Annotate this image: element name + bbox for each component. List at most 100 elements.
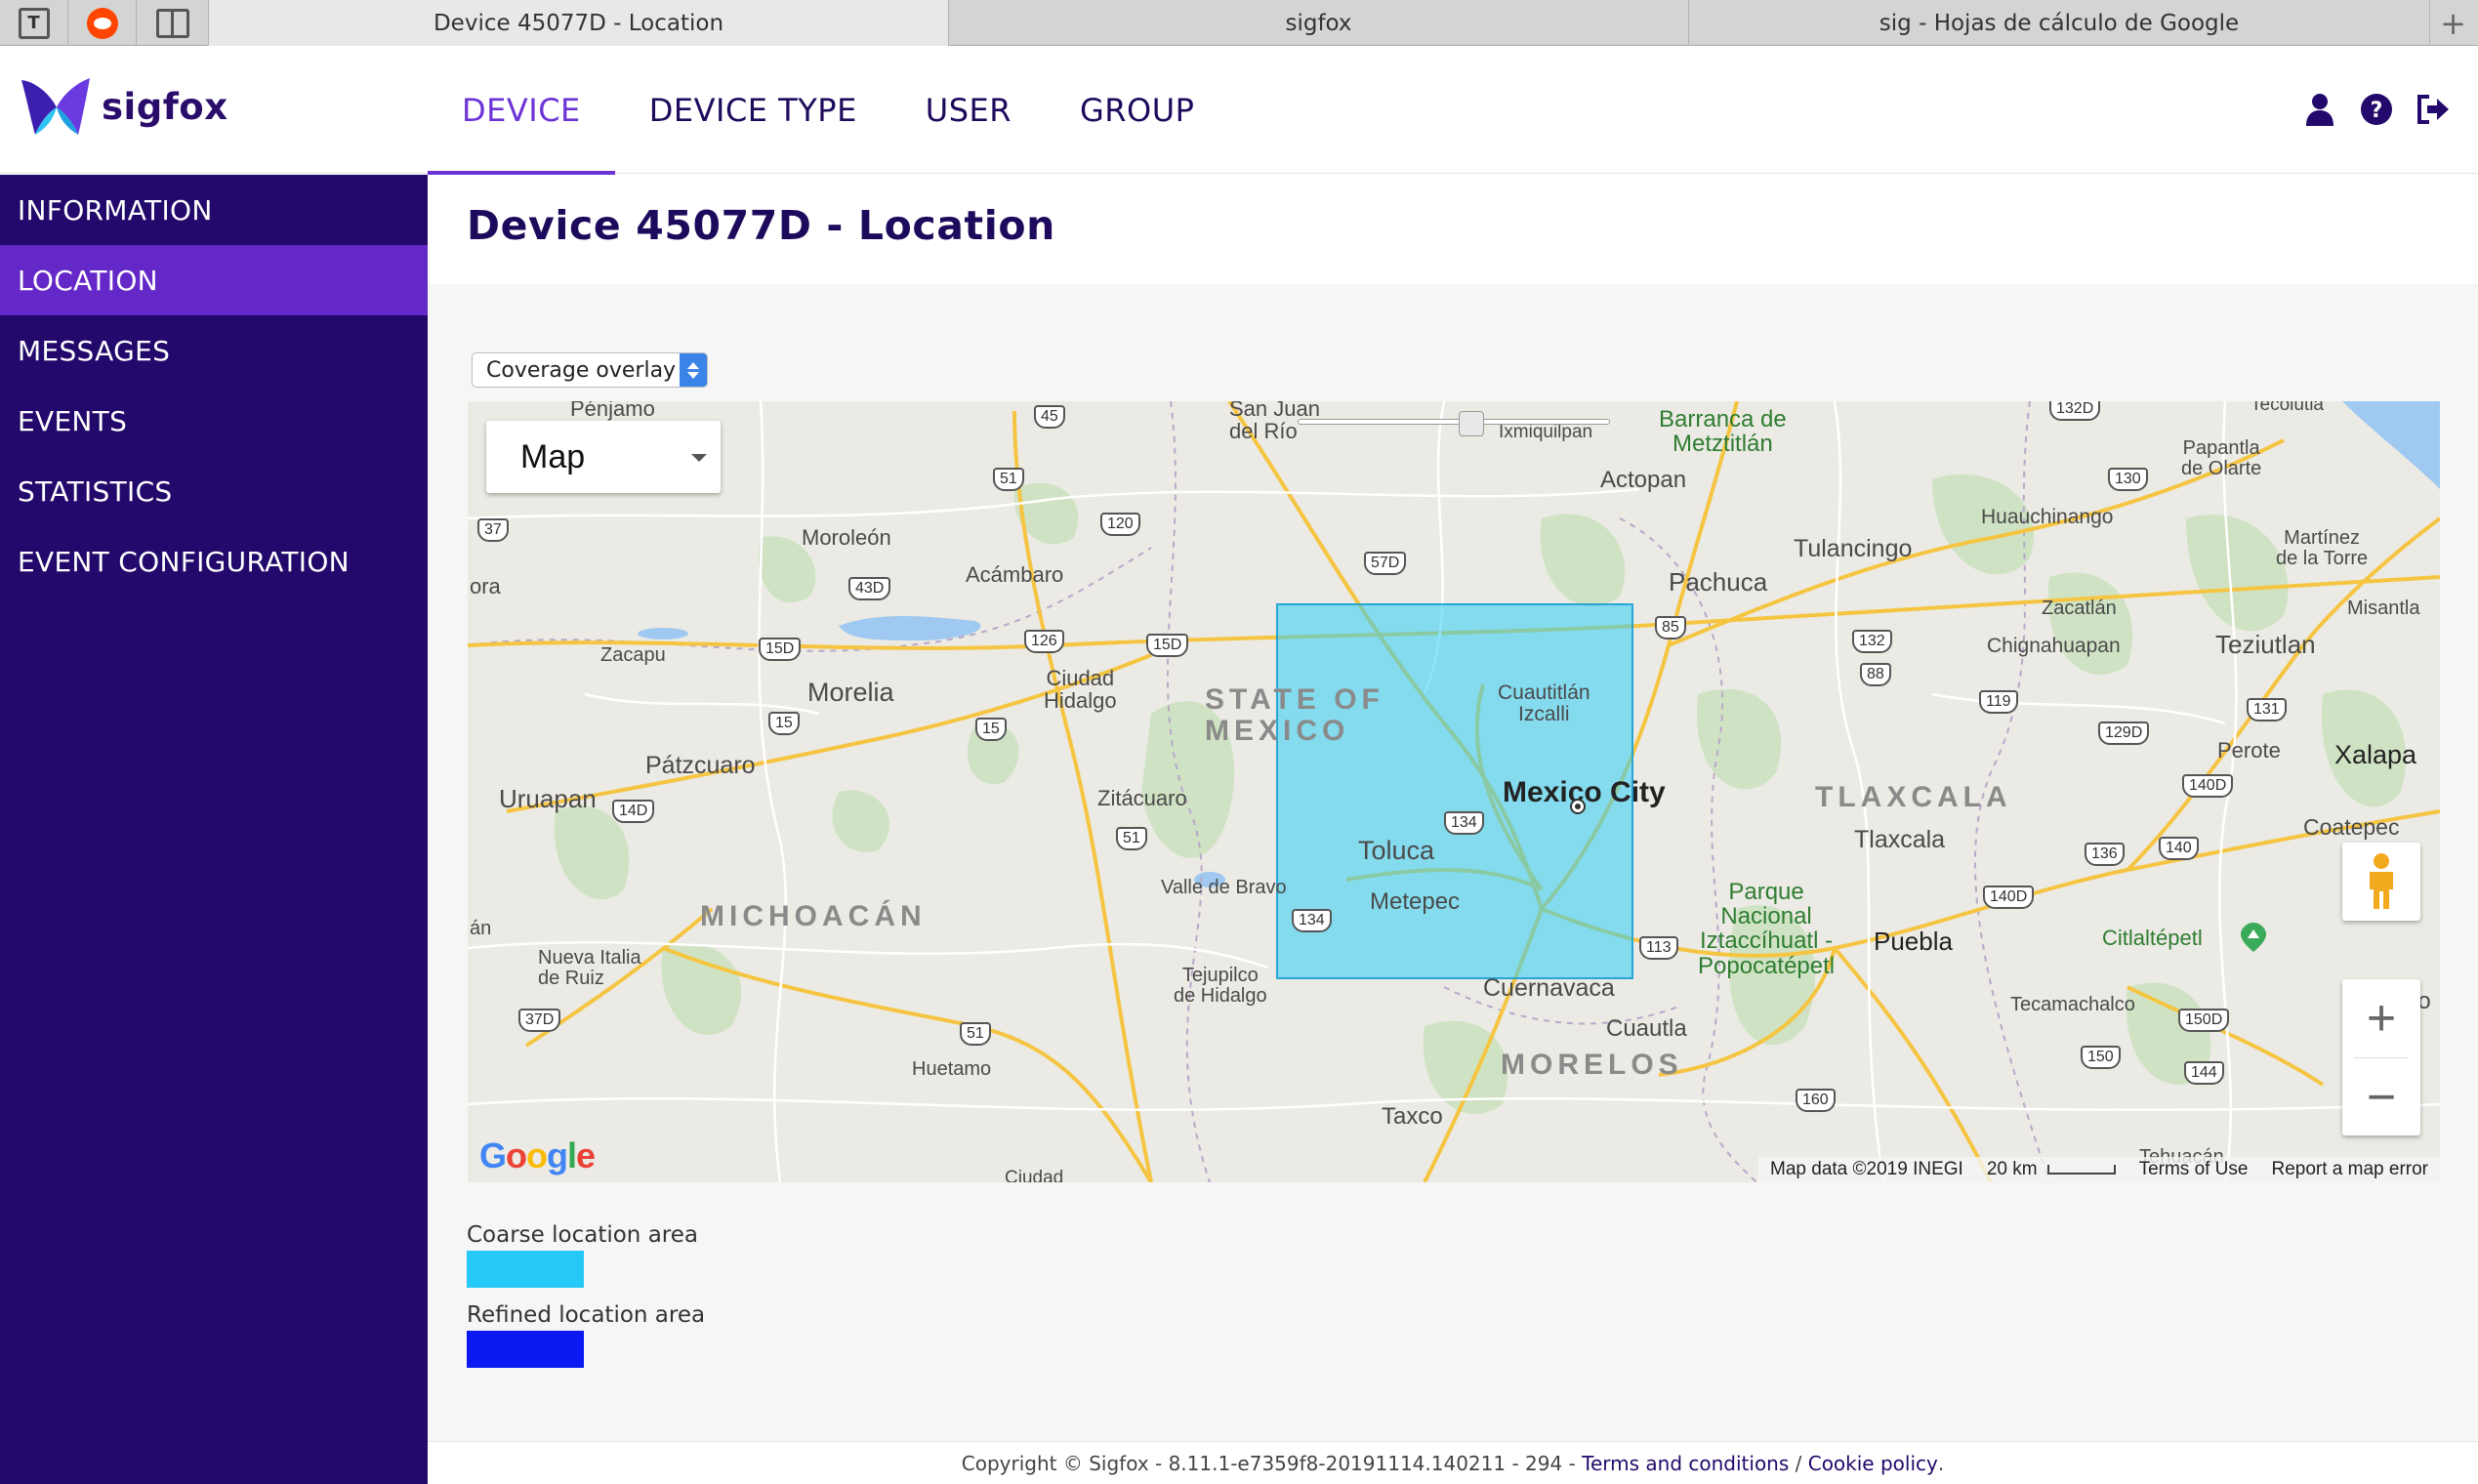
highway-shield: 129D [2098, 721, 2150, 745]
map-label-huauchinango: Huauchinango [1981, 506, 2114, 528]
sidebar-item-event-configuration[interactable]: EVENT CONFIGURATION [0, 526, 428, 597]
street-view-pegman[interactable] [2342, 843, 2420, 921]
new-tab-button[interactable]: + [2430, 0, 2476, 46]
highway-shield: 15 [975, 718, 1007, 741]
map-label-tejupilco: Tejupilco de Hidalgo [1174, 965, 1267, 1007]
highway-shield: 51 [960, 1022, 991, 1046]
highway-shield: 150 [2081, 1046, 2121, 1069]
map-label-ciudad: Ciudad [1005, 1168, 1064, 1182]
highway-shield: 134 [1444, 811, 1484, 835]
sidebar-item-statistics[interactable]: STATISTICS [0, 456, 428, 526]
browser-tab-sigfox[interactable]: sigfox [949, 0, 1689, 46]
highway-shield: 130 [2108, 468, 2148, 491]
user-icon[interactable] [2298, 88, 2341, 131]
map-label-valle-de-bravo: Valle de Bravo [1161, 877, 1287, 898]
browser-tab-strip: T Device 45077D - Location sigfox sig - … [0, 0, 2478, 46]
highway-shield: 14D [612, 800, 655, 823]
page-title: Device 45077D - Location [467, 202, 1055, 249]
terms-of-use-link[interactable]: Terms of Use [2127, 1159, 2260, 1180]
zoom-control: + − [2342, 979, 2420, 1135]
terms-link[interactable]: Terms and conditions [1582, 1452, 1789, 1475]
map-label-martinez: Martínez de la Torre [2276, 527, 2369, 569]
highway-shield: 144 [2184, 1061, 2224, 1085]
footer-end: . [1937, 1451, 1945, 1475]
map-label-teziutlan: Teziutlan [2215, 630, 2316, 659]
map-label-tulancingo: Tulancingo [1794, 535, 1913, 562]
sidebar-item-location[interactable]: LOCATION [0, 245, 428, 315]
map-label-morelos: MORELOS [1501, 1049, 1683, 1081]
pinned-site-icon: T [18, 7, 50, 39]
map-label-morelia: Morelia [807, 678, 894, 707]
map-label-state-of-mexico: STATE OF MEXICO [1205, 683, 1384, 747]
nav-device[interactable]: DEVICE [428, 47, 615, 175]
help-icon[interactable]: ? [2355, 88, 2398, 131]
map-label-misantla: Misantla [2347, 598, 2420, 619]
browser-tab-device-location[interactable]: Device 45077D - Location [209, 0, 949, 46]
nav-group[interactable]: GROUP [1046, 47, 1228, 174]
highway-shield: 120 [1100, 513, 1140, 536]
mexico-city-marker-icon [1570, 799, 1586, 814]
legend-coarse-label: Coarse location area [467, 1222, 698, 1248]
pinned-tab-reader[interactable] [137, 0, 209, 46]
chevron-down-icon [691, 454, 707, 462]
map-label-michoacan: MICHOACÁN [700, 900, 927, 932]
slider-track [1298, 419, 1610, 425]
footer-copyright: Copyright © Sigfox - 8.11.1-e7359f8-2019… [961, 1451, 1583, 1475]
map-data-credit: Map data ©2019 INEGI [1770, 1159, 1963, 1179]
select-stepper-icon [680, 353, 707, 387]
map-label-moroleon: Moroleón [802, 525, 891, 550]
map-attribution: Map data ©2019 INEGI 20 km Terms of Use … [1758, 1157, 2440, 1182]
nav-device-type[interactable]: DEVICE TYPE [615, 47, 891, 174]
sidebar-item-messages[interactable]: MESSAGES [0, 315, 428, 386]
map-type-label: Map [520, 437, 586, 475]
sigfox-logo[interactable]: sigfox [18, 74, 228, 139]
highway-shield: 85 [1655, 616, 1686, 639]
map-label-cuernavaca: Cuernavaca [1483, 974, 1615, 1002]
highway-shield: 140 [2159, 837, 2199, 860]
logout-icon[interactable] [2412, 88, 2455, 131]
highway-shield: 51 [1116, 827, 1147, 850]
map-label-tlaxcala-region: TLAXCALA [1815, 781, 2012, 813]
map-label-chignahuapan: Chignahuapan [1987, 635, 2121, 657]
overlay-opacity-slider[interactable] [1298, 411, 1610, 436]
pinned-tab-reddit[interactable] [68, 0, 137, 46]
nav-user[interactable]: USER [891, 47, 1046, 174]
zoom-out-button[interactable]: − [2342, 1058, 2420, 1136]
highway-shield: 119 [1979, 690, 2018, 714]
cookie-policy-link[interactable]: Cookie policy [1808, 1452, 1938, 1475]
highway-shield: 131 [2247, 698, 2287, 721]
map-label-xalapa: Xalapa [2334, 740, 2417, 769]
sidebar-item-events[interactable]: EVENTS [0, 386, 428, 456]
highway-shield: 15D [1146, 634, 1189, 657]
map-type-control[interactable]: Map [486, 421, 721, 493]
pinned-tab-1[interactable]: T [0, 0, 68, 46]
map-label-tecamachalco: Tecamachalco [2010, 994, 2135, 1015]
sidebar-item-information[interactable]: INFORMATION [0, 175, 428, 245]
highway-shield: 136 [2085, 843, 2125, 866]
legend-refined-swatch [467, 1331, 584, 1368]
highway-shield: 134 [1292, 909, 1332, 932]
highway-shield: 15 [768, 712, 800, 735]
highway-shield: 37 [477, 518, 509, 542]
coverage-overlay-select[interactable]: Coverage overlay [472, 352, 708, 388]
sigfox-logo-icon [21, 78, 90, 135]
map-label-cuautla: Cuautla [1606, 1015, 1687, 1042]
google-logo[interactable]: Google [479, 1135, 596, 1176]
map-label-citlaltepetl: Citlaltépetl [2102, 926, 2203, 950]
map-label-metepec: Metepec [1370, 888, 1461, 915]
map-label-barranca: Barranca de Metztitlán [1659, 406, 1787, 458]
map-label-zacapu: Zacapu [600, 644, 666, 666]
location-map[interactable]: Pénjamo San Juan del Río Ixmiquilpan Bar… [468, 401, 2440, 1182]
report-map-error-link[interactable]: Report a map error [2259, 1159, 2440, 1180]
zoom-in-button[interactable]: + [2342, 979, 2420, 1057]
map-label-papantla: Papantla de Olarte [2181, 437, 2262, 479]
browser-tab-sheets[interactable]: sig - Hojas de cálculo de Google [1689, 0, 2430, 46]
highway-shield: 15D [759, 638, 802, 661]
map-label-parque-nacional: Parque Nacional Iztaccíhuatl - Popocatép… [1698, 879, 1836, 979]
footer: Copyright © Sigfox - 8.11.1-e7359f8-2019… [428, 1441, 2478, 1484]
slider-thumb[interactable] [1459, 411, 1484, 436]
map-label-tecolutla: Tecolutla [2251, 401, 2324, 415]
map-scale[interactable]: 20 km [1975, 1159, 2127, 1180]
reader-icon [155, 8, 189, 38]
footer-separator: / [1789, 1451, 1808, 1475]
